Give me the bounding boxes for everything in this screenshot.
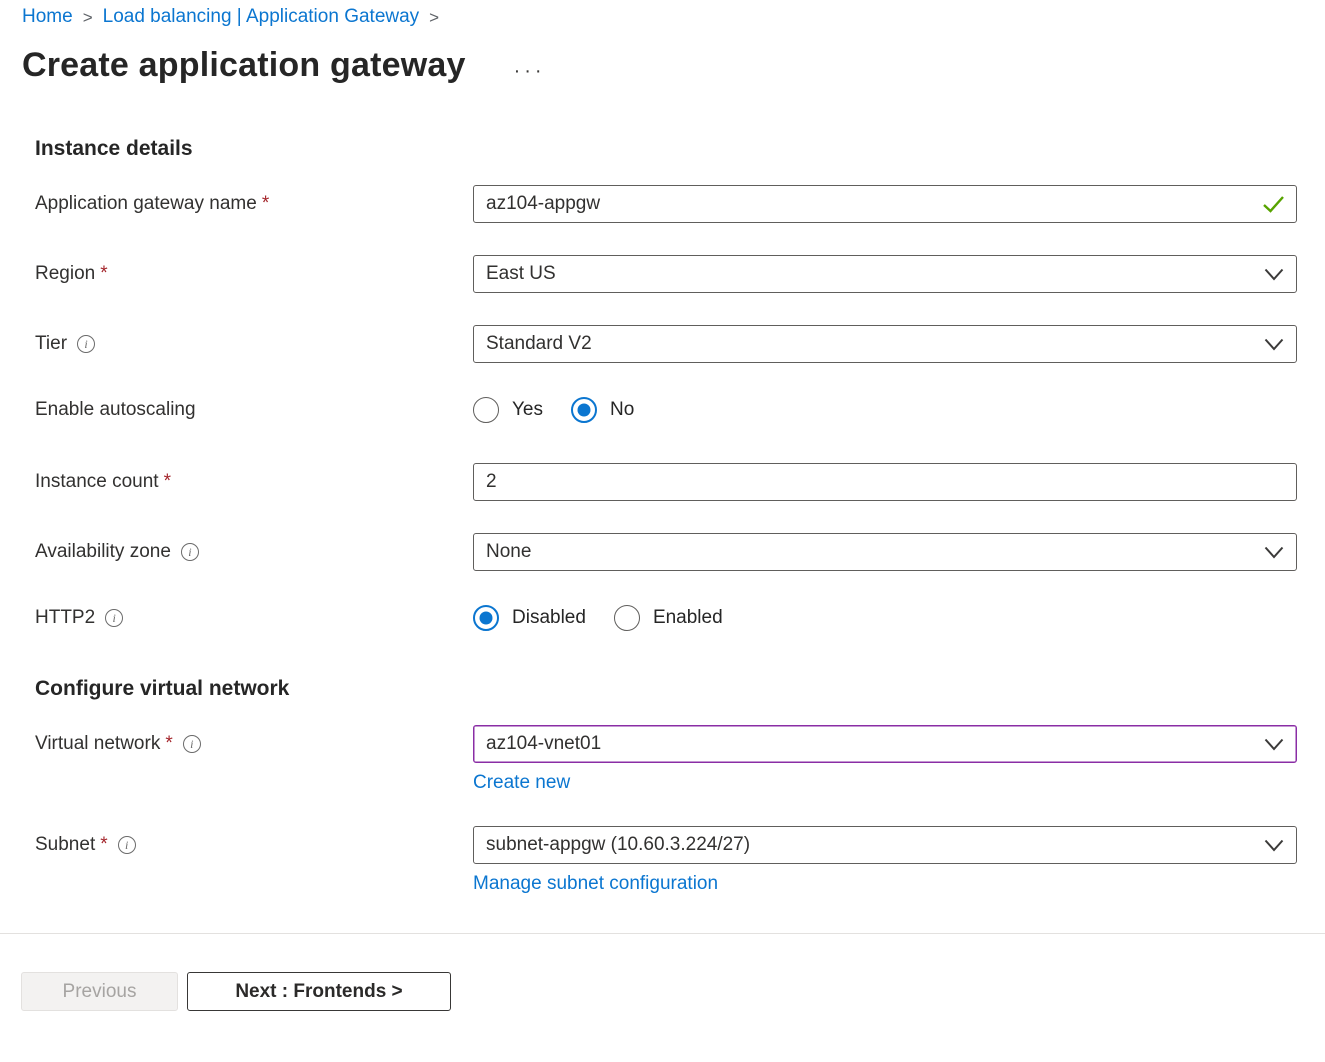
virtual-network-selected-value: az104-vnet01 xyxy=(486,733,601,755)
enable-autoscaling-radio-group: Yes No xyxy=(473,395,1297,425)
form-row-http2: HTTP2 i Disabled Enabled xyxy=(35,603,1297,633)
http2-disabled-label: Disabled xyxy=(512,607,586,629)
availability-zone-label: Availability zone xyxy=(35,541,171,563)
chevron-down-icon xyxy=(1264,546,1284,559)
more-options-ellipsis-button[interactable]: ··· xyxy=(514,61,546,81)
http2-radio-group: Disabled Enabled xyxy=(473,603,1297,633)
radio-circle-icon xyxy=(571,397,597,423)
required-asterisk: * xyxy=(262,193,269,215)
create-application-gateway-page: Home > Load balancing | Application Gate… xyxy=(0,0,1325,1062)
create-new-vnet-link[interactable]: Create new xyxy=(473,772,570,794)
form-row-subnet: Subnet * i subnet-appgw (10.60.3.224/27)… xyxy=(35,826,1297,895)
http2-label: HTTP2 xyxy=(35,607,95,629)
subnet-dropdown[interactable]: subnet-appgw (10.60.3.224/27) xyxy=(473,826,1297,864)
autoscaling-no-label: No xyxy=(610,399,634,421)
autoscaling-yes-label: Yes xyxy=(512,399,543,421)
virtual-network-label: Virtual network xyxy=(35,733,160,755)
required-asterisk: * xyxy=(165,733,172,755)
footer-divider xyxy=(0,933,1325,934)
http2-enabled-label: Enabled xyxy=(653,607,723,629)
radio-circle-icon xyxy=(473,605,499,631)
wizard-footer: Previous Next : Frontends > xyxy=(21,972,1325,1011)
tier-label: Tier xyxy=(35,333,67,355)
instance-count-input[interactable] xyxy=(473,463,1297,501)
availability-zone-info-icon[interactable]: i xyxy=(181,543,199,561)
section-heading-instance-details: Instance details xyxy=(35,137,1297,161)
previous-button[interactable]: Previous xyxy=(21,972,178,1011)
breadcrumb-link-load-balancing-application-gateway[interactable]: Load balancing | Application Gateway xyxy=(103,6,420,28)
required-asterisk: * xyxy=(100,834,107,856)
availability-zone-dropdown[interactable]: None xyxy=(473,533,1297,571)
next-frontends-button[interactable]: Next : Frontends > xyxy=(187,972,451,1011)
breadcrumb-separator: > xyxy=(83,7,93,28)
form-row-availability-zone: Availability zone i None xyxy=(35,533,1297,571)
subnet-label: Subnet xyxy=(35,834,95,856)
virtual-network-info-icon[interactable]: i xyxy=(183,735,201,753)
application-gateway-name-label: Application gateway name xyxy=(35,193,257,215)
chevron-down-icon xyxy=(1264,338,1284,351)
required-asterisk: * xyxy=(164,471,171,493)
form-row-application-gateway-name: Application gateway name * xyxy=(35,185,1297,223)
autoscaling-no-radio[interactable]: No xyxy=(571,397,634,423)
autoscaling-yes-radio[interactable]: Yes xyxy=(473,397,543,423)
region-dropdown[interactable]: East US xyxy=(473,255,1297,293)
basics-form: Instance details Application gateway nam… xyxy=(0,137,1325,895)
form-row-virtual-network: Virtual network * i az104-vnet01 Create … xyxy=(35,725,1297,794)
http2-disabled-radio[interactable]: Disabled xyxy=(473,605,586,631)
chevron-down-icon xyxy=(1264,268,1284,281)
page-title: Create application gateway xyxy=(22,46,466,85)
breadcrumb-link-home[interactable]: Home xyxy=(22,6,73,28)
chevron-down-icon xyxy=(1264,839,1284,852)
tier-info-icon[interactable]: i xyxy=(77,335,95,353)
form-row-region: Region * East US xyxy=(35,255,1297,293)
breadcrumb: Home > Load balancing | Application Gate… xyxy=(0,0,1325,28)
availability-zone-selected-value: None xyxy=(486,541,531,563)
chevron-down-icon xyxy=(1264,738,1284,751)
page-header: Create application gateway ··· xyxy=(0,46,1325,85)
form-row-enable-autoscaling: Enable autoscaling Yes No xyxy=(35,395,1297,425)
subnet-selected-value: subnet-appgw (10.60.3.224/27) xyxy=(486,834,750,856)
tier-selected-value: Standard V2 xyxy=(486,333,592,355)
virtual-network-dropdown[interactable]: az104-vnet01 xyxy=(473,725,1297,763)
region-label: Region xyxy=(35,263,95,285)
breadcrumb-separator: > xyxy=(429,7,439,28)
instance-count-label: Instance count xyxy=(35,471,159,493)
region-selected-value: East US xyxy=(486,263,556,285)
http2-enabled-radio[interactable]: Enabled xyxy=(614,605,723,631)
tier-dropdown[interactable]: Standard V2 xyxy=(473,325,1297,363)
manage-subnet-configuration-link[interactable]: Manage subnet configuration xyxy=(473,873,718,895)
section-heading-configure-virtual-network: Configure virtual network xyxy=(35,677,1297,701)
application-gateway-name-input[interactable] xyxy=(473,185,1297,223)
subnet-info-icon[interactable]: i xyxy=(118,836,136,854)
form-row-tier: Tier i Standard V2 xyxy=(35,325,1297,363)
enable-autoscaling-label: Enable autoscaling xyxy=(35,399,196,421)
form-row-instance-count: Instance count * xyxy=(35,463,1297,501)
radio-circle-icon xyxy=(473,397,499,423)
http2-info-icon[interactable]: i xyxy=(105,609,123,627)
required-asterisk: * xyxy=(100,263,107,285)
radio-circle-icon xyxy=(614,605,640,631)
